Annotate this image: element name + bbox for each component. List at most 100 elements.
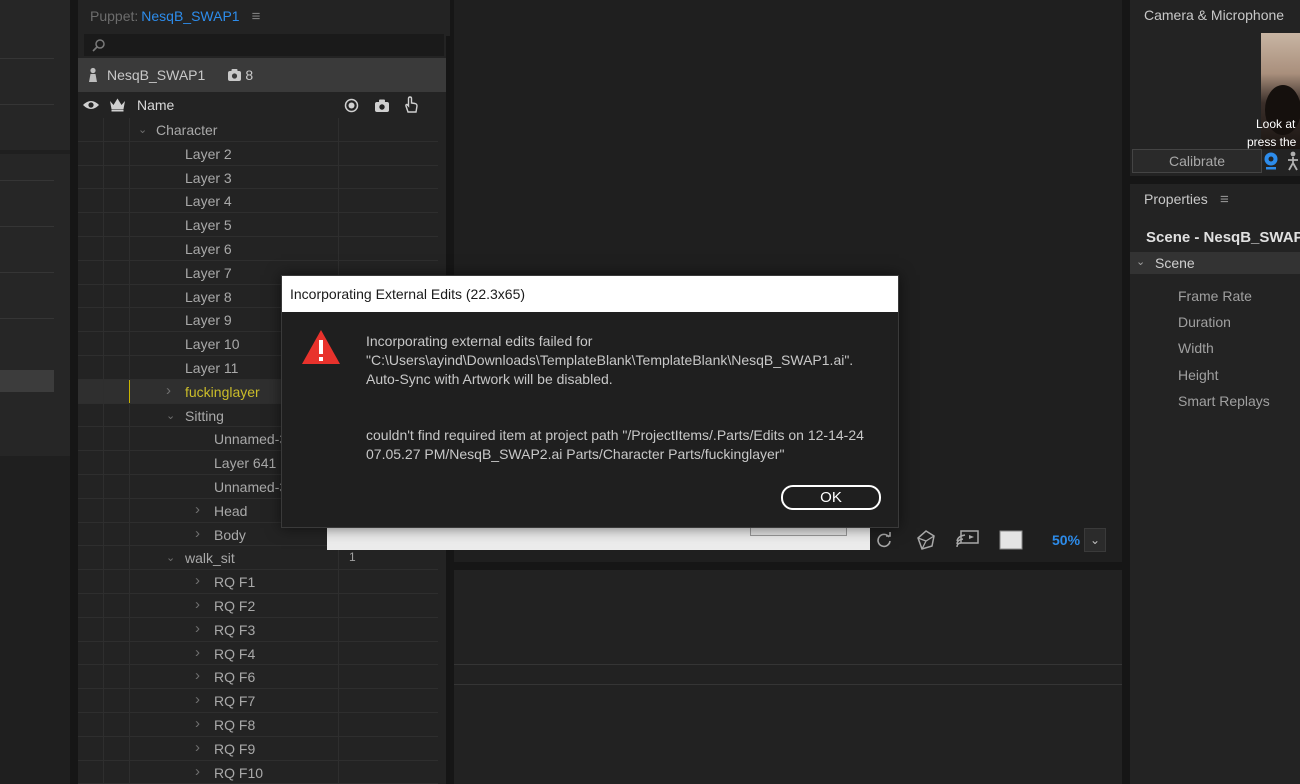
chevron-down-icon[interactable]: ⌄ xyxy=(166,551,175,564)
panel-divider[interactable] xyxy=(1130,176,1300,184)
scene-canvas[interactable] xyxy=(327,528,870,550)
layer-crown-cell[interactable] xyxy=(104,641,130,665)
layer-value-cell[interactable] xyxy=(338,118,438,141)
layer-crown-cell[interactable] xyxy=(104,332,130,355)
layer-value-cell[interactable] xyxy=(338,165,438,189)
layer-crown-cell[interactable] xyxy=(104,284,130,308)
layer-row[interactable]: › RQ F2 xyxy=(78,593,438,618)
layer-visibility-cell[interactable] xyxy=(78,284,104,308)
figure-icon[interactable] xyxy=(1286,151,1300,174)
layer-row[interactable]: ⌄ Character xyxy=(78,118,438,142)
layer-value-cell[interactable] xyxy=(338,736,438,760)
layer-value-cell[interactable] xyxy=(338,213,438,236)
chevron-right-icon[interactable]: › xyxy=(195,596,200,613)
chevron-right-icon[interactable]: › xyxy=(195,501,200,518)
hamburger-menu-icon[interactable]: ≡ xyxy=(1220,191,1229,208)
chevron-right-icon[interactable]: › xyxy=(195,572,200,589)
chevron-right-icon[interactable]: › xyxy=(195,525,200,542)
chevron-right-icon[interactable]: › xyxy=(195,644,200,661)
layer-crown-cell[interactable] xyxy=(104,427,130,451)
cast-icon[interactable] xyxy=(956,529,980,552)
layer-value-cell[interactable] xyxy=(338,712,438,736)
layer-visibility-cell[interactable] xyxy=(78,522,104,546)
layer-visibility-cell[interactable] xyxy=(78,308,104,332)
chevron-right-icon[interactable]: › xyxy=(195,715,200,732)
chevron-right-icon[interactable]: › xyxy=(195,667,200,684)
layer-crown-cell[interactable] xyxy=(104,546,130,570)
chevron-right-icon[interactable]: › xyxy=(166,382,171,399)
eye-icon[interactable] xyxy=(82,98,100,114)
webcam-icon[interactable] xyxy=(1262,151,1280,174)
layer-row[interactable]: Layer 4 xyxy=(78,189,438,214)
chevron-down-icon[interactable]: ⌄ xyxy=(166,409,175,422)
layer-crown-cell[interactable] xyxy=(104,141,130,165)
scene-group-header[interactable]: ⌄ Scene xyxy=(1130,252,1300,274)
layer-crown-cell[interactable] xyxy=(104,522,130,546)
layer-value-cell[interactable] xyxy=(338,141,438,165)
layer-value-cell[interactable] xyxy=(338,570,438,593)
panel-divider[interactable] xyxy=(1122,0,1130,784)
chevron-right-icon[interactable]: › xyxy=(195,691,200,708)
layer-row[interactable]: Layer 6 xyxy=(78,236,438,261)
layer-visibility-cell[interactable] xyxy=(78,474,104,498)
layer-crown-cell[interactable] xyxy=(104,498,130,522)
layer-crown-cell[interactable] xyxy=(104,689,130,712)
layer-visibility-cell[interactable] xyxy=(78,760,104,784)
layer-crown-cell[interactable] xyxy=(104,236,130,260)
property-width[interactable]: Width xyxy=(1178,340,1214,356)
layer-visibility-cell[interactable] xyxy=(78,165,104,189)
puppet-info-bar[interactable]: NesqB_SWAP1 8 xyxy=(78,58,448,92)
refresh-icon[interactable] xyxy=(875,531,893,552)
property-frame-rate[interactable]: Frame Rate xyxy=(1178,288,1252,304)
layer-visibility-cell[interactable] xyxy=(78,665,104,689)
layer-row[interactable]: › RQ F8 xyxy=(78,712,438,737)
chevron-down-icon[interactable]: ⌄ xyxy=(1084,528,1106,552)
layer-value-cell[interactable] xyxy=(338,665,438,689)
layer-crown-cell[interactable] xyxy=(104,474,130,498)
puppet-name[interactable]: NesqB_SWAP1 xyxy=(141,8,239,24)
layer-visibility-cell[interactable] xyxy=(78,451,104,474)
layer-crown-cell[interactable] xyxy=(104,403,130,427)
layer-visibility-cell[interactable] xyxy=(78,712,104,736)
timeline-panel[interactable] xyxy=(454,570,1122,784)
chevron-down-icon[interactable]: ⌄ xyxy=(138,123,147,136)
layer-value-cell[interactable] xyxy=(338,760,438,784)
zoom-level[interactable]: 50% xyxy=(1052,532,1080,548)
chevron-right-icon[interactable]: › xyxy=(195,620,200,637)
timeline-separator[interactable] xyxy=(454,562,1122,570)
layer-visibility-cell[interactable] xyxy=(78,189,104,213)
layer-crown-cell[interactable] xyxy=(104,355,130,379)
layer-row[interactable]: › RQ F7 xyxy=(78,689,438,713)
layer-crown-cell[interactable] xyxy=(104,570,130,593)
layer-visibility-cell[interactable] xyxy=(78,546,104,570)
layer-row[interactable]: › RQ F1 xyxy=(78,570,438,594)
calibrate-button[interactable]: Calibrate xyxy=(1132,149,1262,173)
layer-crown-cell[interactable] xyxy=(104,593,130,617)
dialog-title-bar[interactable]: Incorporating External Edits (22.3x65) xyxy=(282,276,898,312)
layer-row[interactable]: Layer 3 xyxy=(78,165,438,190)
layer-value-cell[interactable] xyxy=(338,236,438,260)
crown-icon[interactable] xyxy=(109,97,126,115)
layer-visibility-cell[interactable] xyxy=(78,593,104,617)
layer-visibility-cell[interactable] xyxy=(78,617,104,641)
layer-row[interactable]: Layer 2 xyxy=(78,141,438,166)
layer-search-input[interactable] xyxy=(84,34,444,56)
chevron-down-icon[interactable]: ⌄ xyxy=(1136,255,1145,268)
layer-crown-cell[interactable] xyxy=(104,213,130,236)
layer-value-cell[interactable] xyxy=(338,189,438,213)
layer-crown-cell[interactable] xyxy=(104,736,130,760)
hand-icon[interactable] xyxy=(403,96,419,117)
layer-crown-cell[interactable] xyxy=(104,379,130,403)
layer-visibility-cell[interactable] xyxy=(78,570,104,593)
background-swatch[interactable] xyxy=(999,530,1023,553)
chevron-right-icon[interactable]: › xyxy=(195,763,200,780)
layer-visibility-cell[interactable] xyxy=(78,403,104,427)
layer-crown-cell[interactable] xyxy=(104,165,130,189)
layer-value-cell[interactable] xyxy=(338,641,438,665)
layer-visibility-cell[interactable] xyxy=(78,379,104,403)
layer-visibility-cell[interactable] xyxy=(78,736,104,760)
chevron-right-icon[interactable]: › xyxy=(195,739,200,756)
layer-crown-cell[interactable] xyxy=(104,189,130,213)
layer-visibility-cell[interactable] xyxy=(78,141,104,165)
layer-visibility-cell[interactable] xyxy=(78,213,104,236)
